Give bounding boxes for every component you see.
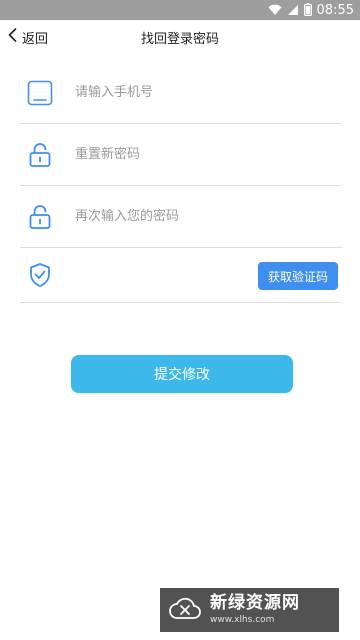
watermark-logo: 新绿资源网 www.xlhs.com [160, 588, 339, 632]
back-button[interactable]: 返回 [6, 20, 48, 54]
wifi-icon [268, 1, 282, 20]
signal-icon [287, 1, 299, 20]
confirm-password-row [20, 186, 342, 248]
chevron-left-icon [6, 27, 20, 47]
page-title: 找回登录密码 [140, 31, 219, 47]
cloud-x-icon [168, 594, 202, 626]
verification-row: 获取验证码 [20, 248, 342, 303]
new-password-row [20, 124, 342, 186]
verification-code-input[interactable] [75, 267, 245, 283]
status-time: 08:55 [316, 2, 354, 18]
lock-icon [22, 199, 58, 235]
confirm-password-input[interactable] [75, 209, 245, 224]
lock-icon [22, 137, 58, 173]
phone-row [20, 62, 342, 124]
navigation-bar: 返回 找回登录密码 [0, 20, 360, 54]
battery-icon [303, 1, 312, 20]
phone-input[interactable] [75, 85, 245, 100]
back-label: 返回 [22, 31, 49, 47]
shield-check-icon [22, 257, 58, 293]
get-code-button[interactable]: 获取验证码 [258, 262, 338, 290]
watermark-url: www.xlhs.com [210, 615, 275, 625]
status-bar: 08:55 [0, 0, 360, 20]
watermark-title: 新绿资源网 [210, 593, 300, 613]
phone-icon [22, 75, 58, 111]
submit-button[interactable]: 提交修改 [71, 355, 293, 393]
new-password-input[interactable] [75, 147, 245, 162]
